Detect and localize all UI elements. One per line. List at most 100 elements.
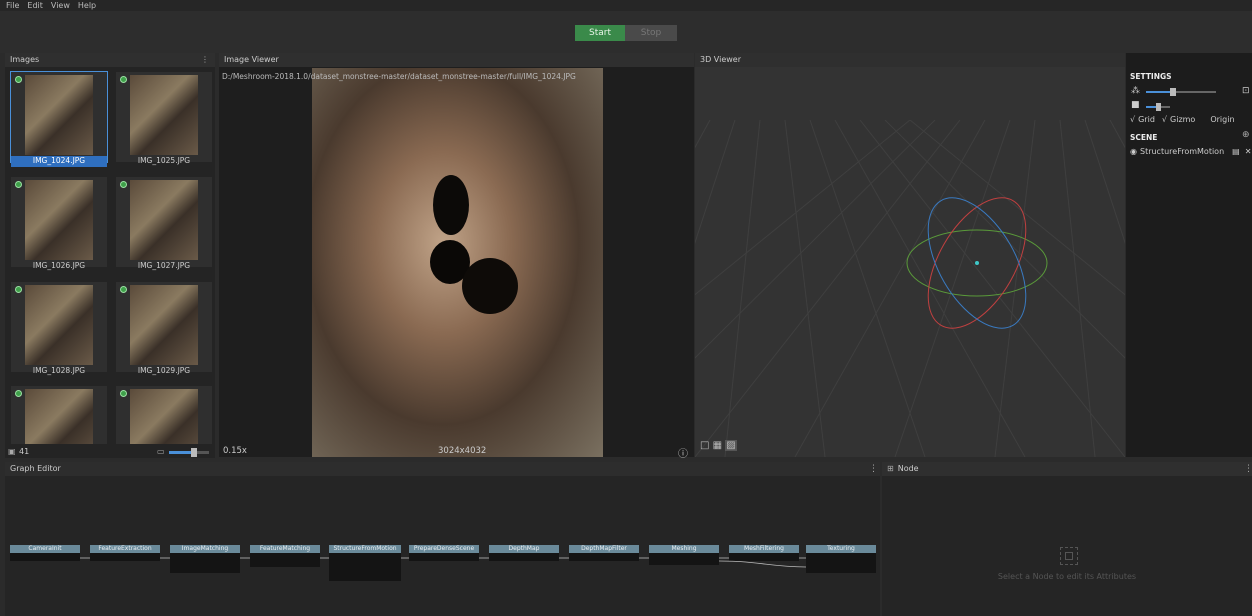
graph-node[interactable]: FeatureMatching — [250, 545, 320, 553]
thumbnail-caption: IMG_1025.JPG — [137, 156, 191, 165]
thumbnail-size-icon: ▭ — [157, 447, 165, 456]
graph-node[interactable]: PrepareDenseScene — [409, 545, 479, 553]
solid-view-icon[interactable]: □ — [700, 440, 709, 451]
image-count: 41 — [19, 447, 30, 456]
wireframe-view-icon[interactable]: ▦ — [713, 440, 722, 451]
image-thumbnail[interactable] — [116, 386, 212, 444]
add-scene-icon[interactable]: ⊕ — [1242, 130, 1250, 140]
slider-handle[interactable] — [1156, 103, 1161, 111]
orbit-gizmo[interactable] — [900, 190, 1055, 345]
grid-checkbox-icon[interactable]: √ — [1130, 115, 1135, 124]
slider-handle[interactable] — [1170, 88, 1176, 96]
origin-button[interactable]: Origin — [1210, 115, 1234, 124]
graph-editor-panel[interactable]: Graph Editor ⋮ — [5, 462, 880, 616]
graph-node[interactable]: Meshing — [649, 545, 719, 553]
thumbnail-image — [25, 389, 93, 444]
tree-hollow — [462, 258, 518, 314]
image-thumbnail[interactable]: IMG_1029.JPG — [116, 282, 212, 375]
thumbnail-image — [25, 285, 93, 365]
graph-node[interactable]: ImageMatching — [170, 545, 240, 553]
view-mode-toolbar: □ ▦ ▨ — [700, 440, 737, 451]
image-path: D:/Meshroom-2018.1.0/dataset_monstree-ma… — [222, 72, 576, 81]
menu-help[interactable]: Help — [78, 1, 96, 10]
node-icon: ⊞ — [887, 464, 894, 473]
status-ok-icon — [15, 76, 22, 83]
tree-hollow — [433, 175, 469, 235]
image-thumbnail[interactable]: IMG_1025.JPG — [116, 72, 212, 165]
scene-item-label: StructureFromMotion — [1139, 147, 1225, 156]
thumbnail-caption: IMG_1028.JPG — [32, 366, 86, 375]
stop-button[interactable]: Stop — [625, 25, 677, 41]
thumbnail-caption: IMG_1026.JPG — [32, 261, 86, 270]
node-panel-title: Node — [897, 464, 919, 473]
thumbnail-image — [130, 389, 198, 444]
images-footer: ▣ 41 ▭ — [5, 446, 215, 458]
image-thumbnail[interactable] — [11, 386, 107, 444]
start-button[interactable]: Start — [575, 25, 625, 41]
status-ok-icon — [15, 390, 22, 397]
point-size-slider[interactable] — [1146, 88, 1216, 96]
close-icon[interactable]: ✕ — [1245, 147, 1252, 156]
visibility-eye-icon[interactable]: ◉ — [1130, 147, 1137, 156]
empty-node-icon — [1060, 547, 1078, 565]
graph-node[interactable]: MeshFiltering — [729, 545, 799, 553]
thumbnail-image — [130, 180, 198, 260]
settings-title: SETTINGS — [1130, 72, 1172, 81]
image-thumbnail[interactable]: IMG_1027.JPG — [116, 177, 212, 270]
thumbnail-image — [25, 75, 93, 155]
thumbnail-image — [25, 180, 93, 260]
scene-title: SCENE — [1130, 133, 1158, 142]
menu-edit[interactable]: Edit — [27, 1, 43, 10]
node-panel-hint: Select a Node to edit its Attributes — [997, 572, 1137, 581]
image-thumbnail[interactable]: IMG_1028.JPG — [11, 282, 107, 375]
graph-node[interactable]: DepthMap — [489, 545, 559, 553]
images-title: Images — [10, 55, 40, 64]
graph-node[interactable]: FeatureExtraction — [90, 545, 160, 553]
textured-view-icon[interactable]: ▨ — [725, 440, 737, 451]
graph-editor-title: Graph Editor — [5, 462, 880, 476]
display-options: √ Grid √ Gizmo Origin — [1130, 115, 1235, 124]
thumbnail-size-slider[interactable] — [169, 448, 209, 457]
more-options-icon[interactable]: ⋮ — [1244, 464, 1252, 474]
node-edges — [80, 557, 807, 568]
status-ok-icon — [120, 390, 127, 397]
graph-node[interactable]: CameraInit — [10, 545, 80, 553]
slider-handle[interactable] — [191, 448, 197, 457]
point-size-icon: ⁂ — [1131, 86, 1140, 96]
status-ok-icon — [120, 76, 127, 83]
node-attributes-panel: ⊞ Node ⋮ Select a Node to edit its Attri… — [882, 462, 1252, 616]
status-ok-icon — [120, 181, 127, 188]
menu-bar: File Edit View Help — [0, 0, 1252, 11]
status-ok-icon — [15, 286, 22, 293]
settings-panel: SETTINGS ⁂ ⊡ ■ √ Grid √ Gizmo Origin SCE… — [1126, 53, 1252, 457]
viewer-3d-title: 3D Viewer — [695, 53, 1125, 67]
fit-view-icon[interactable]: ⊡ — [1242, 86, 1250, 96]
more-options-icon[interactable]: ⋮ — [869, 464, 878, 474]
zoom-level: 0.15x — [223, 446, 247, 456]
image-thumbnail[interactable]: IMG_1024.JPG — [10, 71, 108, 167]
delete-icon[interactable]: ▤ — [1232, 147, 1240, 156]
image-viewer-title: Image Viewer — [219, 53, 694, 67]
more-options-icon[interactable]: ⋮ — [201, 53, 209, 67]
graph-node[interactable]: Texturing — [806, 545, 876, 553]
graph-node[interactable]: StructureFromMotion — [329, 545, 401, 553]
status-ok-icon — [15, 181, 22, 188]
images-header: Images ⋮ — [5, 53, 215, 67]
thumbnail-caption: IMG_1027.JPG — [137, 261, 191, 270]
gizmo-label[interactable]: Gizmo — [1170, 115, 1195, 124]
image-thumbnail[interactable]: IMG_1026.JPG — [11, 177, 107, 270]
status-ok-icon — [120, 286, 127, 293]
camera-scale-slider[interactable] — [1146, 103, 1170, 111]
image-count-icon: ▣ — [8, 447, 16, 456]
graph-node[interactable]: DepthMapFilter — [569, 545, 639, 553]
grid-label[interactable]: Grid — [1138, 115, 1155, 124]
menu-file[interactable]: File — [6, 1, 19, 10]
scene-item[interactable]: ◉ StructureFromMotion ▤ ✕ — [1130, 147, 1251, 156]
thumbnail-caption: IMG_1024.JPG — [11, 156, 107, 167]
menu-view[interactable]: View — [51, 1, 70, 10]
thumbnail-image — [130, 285, 198, 365]
image-resolution: 3024x4032 — [438, 446, 487, 456]
info-icon[interactable]: ⓘ — [678, 445, 688, 460]
camera-scale-icon: ■ — [1131, 100, 1140, 110]
gizmo-checkbox-icon[interactable]: √ — [1162, 115, 1167, 124]
